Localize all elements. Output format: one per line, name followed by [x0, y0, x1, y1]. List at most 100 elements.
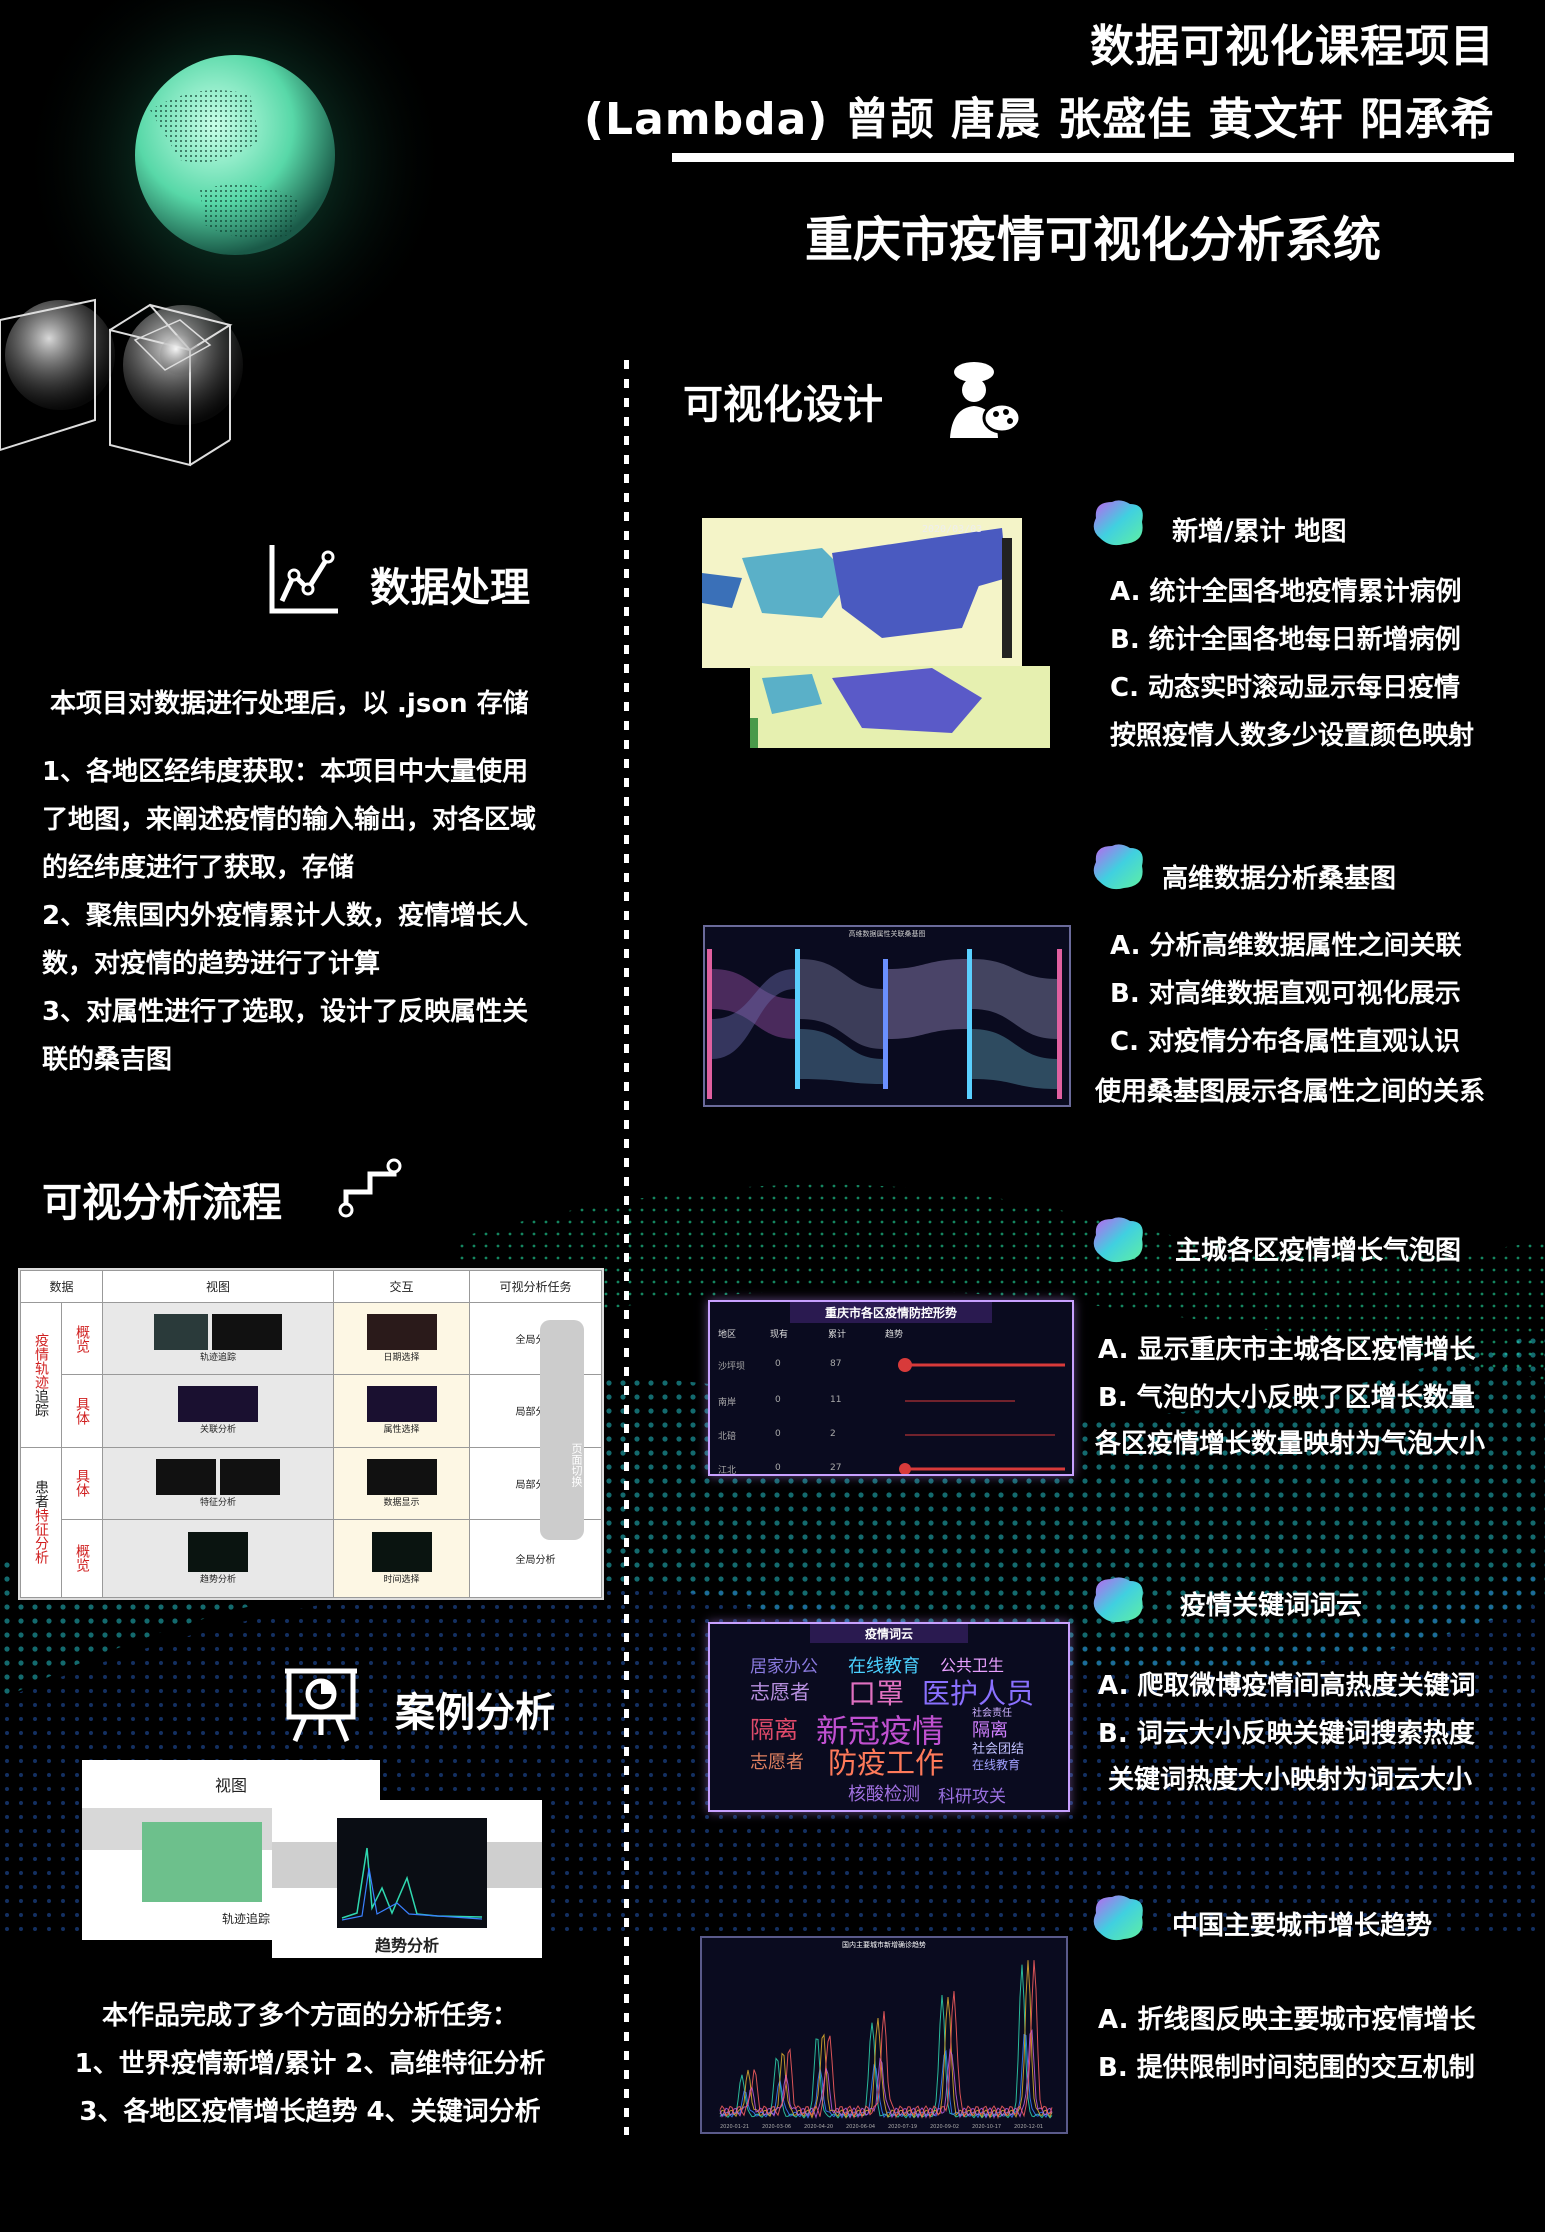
flow-group-patient: 患者特征分析	[20, 1446, 62, 1599]
view-caption: 关联分析	[199, 1425, 236, 1436]
interaction-caption: 日期选择	[383, 1353, 420, 1364]
section-title-sankey: 高维数据分析桑基图	[1162, 864, 1397, 894]
flow-steps-icon	[338, 1158, 402, 1218]
flow-header: 数据	[20, 1270, 103, 1303]
trend-date-label: 2020-03-06	[762, 2124, 791, 2130]
case-card-caption: 轨迹追踪	[222, 1912, 271, 1926]
flow-interaction-cell: 数据显示	[333, 1446, 470, 1520]
flow-view-cell: 轨迹追踪	[102, 1301, 334, 1376]
section-title-trend: 中国主要城市增长趋势	[1172, 1911, 1433, 1941]
painter-icon	[950, 362, 1022, 438]
sankey-thumbnail	[178, 1386, 258, 1423]
trend-line-chart: 2020-01-21 2020-03-06 2020-04-20 2020-06…	[719, 1960, 1053, 2130]
interaction-caption: 属性选择	[383, 1425, 420, 1436]
wordcloud-visualization-panel: 疫情词云 居家办公 在线教育 公共卫生 志愿者 口罩 医护人员 社会责任 隔离 …	[708, 1622, 1070, 1812]
bubble-col-header: 地区	[718, 1330, 737, 1340]
bubble-panel-title: 重庆市各区疫情防控形势	[790, 1302, 992, 1323]
list-line: 1、各地区经纬度获取：本项目中大量使用	[42, 757, 529, 787]
section-title-wordcloud: 疫情关键词词云	[1180, 1591, 1363, 1621]
page-switch-arrow: 页面切换	[540, 1320, 584, 1540]
data-processing-list: 1、各地区经纬度获取：本项目中大量使用 了地图，来阐述疫情的输入输出，对各区域 …	[42, 748, 536, 1084]
bubble-row-area: 江北	[718, 1466, 737, 1476]
summary-line: 3、各地区疫情增长趋势 4、关键词分析	[79, 2097, 541, 2127]
interaction-thumbnail	[366, 1314, 437, 1351]
bubble-col-header: 现有	[770, 1330, 789, 1340]
bubble-row-area: 北碚	[718, 1432, 737, 1442]
view-caption: 趋势分析	[199, 1574, 236, 1585]
map-thumbnail	[154, 1314, 209, 1351]
sankey-title: 高维数据属性关联桑基图	[848, 930, 926, 938]
flow-view-cell: 关联分析	[102, 1374, 334, 1448]
bubble-row-area: 沙坪坝	[718, 1362, 746, 1372]
analysis-flow-table: 数据 视图 交互 可视分析任务 疫情轨迹追踪 概览 轨迹追踪 日期选择 全局分析…	[18, 1268, 604, 1600]
flow-group-trajectory: 疫情轨迹追踪	[20, 1302, 62, 1448]
section-item: B. 词云大小反映关键词搜索热度	[1098, 1719, 1475, 1749]
section-item: A. 分析高维数据属性之间关联	[1110, 931, 1462, 961]
section-item: A. 爬取微博疫情间高热度关键词	[1098, 1671, 1476, 1701]
gradient-blob-icon	[1093, 1217, 1143, 1263]
header-divider	[672, 153, 1514, 162]
interaction-caption: 数据显示	[383, 1497, 420, 1508]
bubble-col-header: 趋势	[885, 1330, 904, 1340]
flow-header: 可视分析任务	[469, 1270, 602, 1303]
interaction-thumbnail	[366, 1386, 437, 1423]
flow-interaction-cell: 时间选择	[333, 1518, 470, 1599]
gradient-blob-icon	[1093, 844, 1143, 890]
summary-line: 本作品完成了多个方面的分析任务：	[101, 2001, 518, 2031]
map-visualization-panel: 2020/03/03	[702, 518, 1070, 748]
bubble-row-current: 0	[775, 1429, 781, 1439]
list-line: 3、对属性进行了选取，设计了反映属性关	[42, 997, 529, 1027]
list-line: 联的桑吉图	[42, 1045, 173, 1075]
bubble-visualization-panel: 重庆市各区疫情防控形势 地区 现有 累计 趋势 沙坪坝 0 87 南岸 0 11…	[708, 1300, 1074, 1476]
section-item: B. 提供限制时间范围的交互机制	[1098, 2053, 1475, 2083]
trend-date-label: 2020-10-17	[972, 2124, 1001, 2130]
section-note-map: 按照疫情人数多少设置颜色映射	[1110, 721, 1475, 751]
bubble-row-current: 0	[775, 1359, 781, 1369]
section-item: A. 统计全国各地疫情累计病例	[1110, 577, 1462, 607]
bubble-col-header: 累计	[828, 1330, 847, 1340]
view-caption: 轨迹追踪	[199, 1353, 236, 1364]
trend-date-label: 2020-06-04	[846, 2124, 875, 2130]
gradient-blob-icon	[1093, 500, 1143, 546]
section-items-trend: A. 折线图反映主要城市疫情增长 B. 提供限制时间范围的交互机制	[1098, 1996, 1538, 2092]
flow-level: 具体	[61, 1374, 103, 1448]
section-item: B. 对高维数据直观可视化展示	[1110, 979, 1461, 1009]
trend-series-line	[719, 1960, 1053, 2120]
cloud-word: 居家办公	[750, 1657, 818, 1677]
trend-date-label: 2020-04-20	[804, 2124, 833, 2130]
flow-view-cell: 特征分析	[102, 1446, 334, 1520]
sankey-visualization-panel: 高维数据属性关联桑基图	[703, 925, 1071, 1107]
section-items-sankey: A. 分析高维数据属性之间关联 B. 对高维数据直观可视化展示 C. 对疫情分布…	[1110, 922, 1530, 1066]
flow-level: 概览	[61, 1518, 103, 1599]
cloud-word: 科研攻关	[938, 1787, 1006, 1807]
system-title: 重庆市疫情可视化分析系统	[804, 212, 1381, 268]
trend-date-label: 2020-12-01	[1014, 2124, 1043, 2130]
bubble-row-total: 2	[830, 1429, 836, 1439]
cloud-word: 核酸检测	[848, 1784, 920, 1805]
section-item: C. 对疫情分布各属性直观认识	[1110, 1027, 1461, 1057]
course-project-title: 数据可视化课程项目	[1090, 21, 1495, 72]
line-chart-icon	[269, 545, 338, 614]
section-item: A. 显示重庆市主城各区疫情增长	[1098, 1335, 1476, 1365]
list-line: 了地图，来阐述疫情的输入输出，对各区域	[42, 805, 537, 835]
column-divider	[624, 360, 629, 2135]
cloud-word: 志愿者	[750, 1752, 804, 1773]
cloud-word: 社会团结	[972, 1742, 1025, 1757]
bubble-trend-marks	[898, 1358, 1065, 1474]
list-line: 2、聚焦国内外疫情累计人数，疫情增长人	[42, 901, 529, 931]
visual-design-heading: 可视化设计	[683, 382, 883, 428]
data-processing-intro: 本项目对数据进行处理后，以 .json 存储	[50, 689, 529, 719]
section-items-map: A. 统计全国各地疫情累计病例 B. 统计全国各地每日新增病例 C. 动态实时滚…	[1110, 568, 1510, 712]
section-note-sankey: 使用桑基图展示各属性之间的关系	[1095, 1077, 1486, 1107]
cloud-word: 防疫工作	[828, 1746, 945, 1780]
list-line: 的经纬度进行了获取，存储	[42, 853, 355, 883]
section-title-bubble: 主城各区疫情增长气泡图	[1175, 1236, 1462, 1266]
interaction-thumbnail	[371, 1531, 432, 1572]
case-card-caption: 趋势分析	[374, 1936, 439, 1955]
trend-date-label: 2020-09-02	[930, 2124, 959, 2130]
cloud-word: 在线教育	[972, 1758, 1021, 1772]
feature-thumbnail	[219, 1458, 280, 1495]
case-card-trend: 趋势分析	[272, 1800, 542, 1958]
section-items-bubble: A. 显示重庆市主城各区疫情增长 B. 气泡的大小反映了区增长数量	[1098, 1326, 1538, 1422]
bubble-row-current: 0	[775, 1395, 781, 1405]
